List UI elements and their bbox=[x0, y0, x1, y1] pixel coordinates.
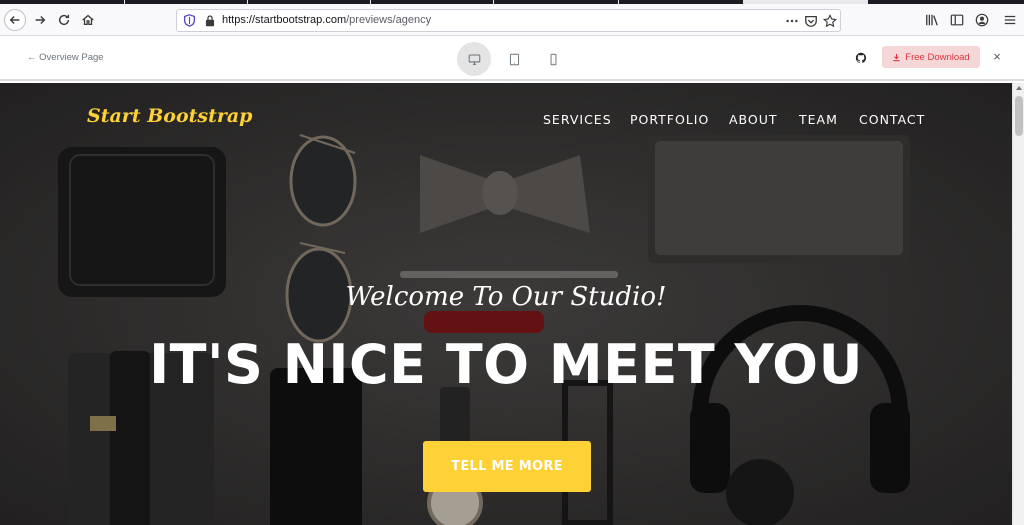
home-icon bbox=[82, 14, 94, 26]
nav-link-team[interactable]: TEAM bbox=[799, 112, 838, 127]
lock-icon[interactable] bbox=[204, 14, 216, 27]
navigation-toolbar: https://startbootstrap.com/previews/agen… bbox=[0, 4, 1024, 36]
scrollbar-thumb[interactable] bbox=[1015, 96, 1023, 136]
pocket-icon[interactable] bbox=[804, 14, 818, 28]
more-icon[interactable] bbox=[785, 14, 799, 28]
back-button[interactable] bbox=[4, 9, 26, 31]
library-icon[interactable] bbox=[925, 13, 939, 27]
tablet-icon bbox=[509, 53, 519, 65]
close-preview-button[interactable]: × bbox=[991, 49, 1003, 64]
account-icon[interactable] bbox=[975, 13, 989, 27]
mobile-view-button[interactable] bbox=[536, 42, 570, 76]
hero-subheading: Welcome To Our Studio! bbox=[345, 282, 667, 312]
overview-page-link[interactable]: ← Overview Page bbox=[27, 52, 104, 63]
url-text[interactable]: https://startbootstrap.com/previews/agen… bbox=[222, 14, 431, 26]
page-scrollbar[interactable] bbox=[1012, 83, 1024, 525]
hero-heading: IT'S NICE TO MEET YOU bbox=[149, 333, 863, 396]
tell-me-more-button[interactable]: TELL ME MORE bbox=[423, 441, 591, 492]
url-path: /previews/agency bbox=[346, 14, 432, 26]
reload-icon bbox=[58, 14, 70, 26]
arrow-left-icon: ← bbox=[27, 52, 37, 63]
nav-link-services[interactable]: SERVICES bbox=[543, 112, 612, 127]
bookmark-star-icon[interactable] bbox=[823, 14, 837, 28]
download-icon bbox=[893, 53, 900, 61]
free-download-label: Free Download bbox=[905, 51, 970, 63]
scroll-up-arrow-icon[interactable] bbox=[1016, 86, 1022, 90]
overview-page-label: Overview Page bbox=[39, 52, 104, 63]
home-button[interactable] bbox=[77, 9, 99, 31]
reload-button[interactable] bbox=[53, 9, 75, 31]
desktop-icon bbox=[468, 54, 480, 65]
free-download-button[interactable]: Free Download bbox=[882, 46, 980, 68]
url-bar[interactable]: https://startbootstrap.com/previews/agen… bbox=[176, 9, 841, 32]
brand-logo[interactable]: Start Bootstrap bbox=[87, 105, 252, 127]
nav-link-about[interactable]: ABOUT bbox=[729, 112, 778, 127]
forward-icon bbox=[35, 16, 46, 24]
tablet-view-button[interactable] bbox=[497, 42, 531, 76]
mobile-icon bbox=[550, 53, 556, 65]
back-icon bbox=[9, 16, 20, 24]
menu-icon[interactable] bbox=[1003, 13, 1017, 27]
hero-section: Start Bootstrap SERVICES PORTFOLIO ABOUT… bbox=[0, 83, 1012, 525]
sidebar-icon[interactable] bbox=[950, 13, 964, 27]
github-icon[interactable] bbox=[855, 52, 867, 64]
url-host: https://startbootstrap.com bbox=[222, 14, 347, 26]
desktop-view-button[interactable] bbox=[457, 42, 491, 76]
tracking-shield-icon[interactable] bbox=[183, 14, 196, 27]
preview-bar: ← Overview Page Free Download × bbox=[0, 37, 1024, 81]
nav-link-portfolio[interactable]: PORTFOLIO bbox=[630, 112, 709, 127]
forward-button[interactable] bbox=[29, 9, 51, 31]
nav-link-contact[interactable]: CONTACT bbox=[859, 112, 925, 127]
